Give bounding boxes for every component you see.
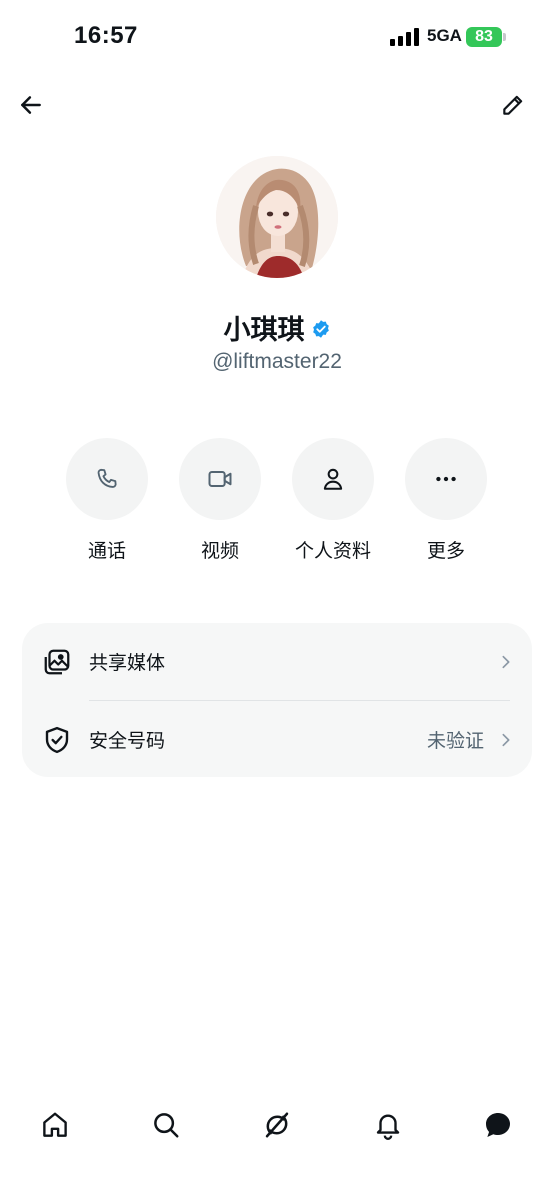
nav-notifications[interactable] — [371, 1108, 405, 1142]
edit-button[interactable] — [496, 88, 530, 122]
battery-tip — [503, 33, 506, 41]
video-icon — [208, 471, 232, 487]
security-code-status: 未验证 — [426, 730, 484, 752]
security-code-row[interactable]: 安全号码 未验证 — [22, 701, 532, 778]
video-action[interactable]: 视频 — [178, 438, 262, 563]
profile-action[interactable]: 个人资料 — [291, 438, 375, 563]
phone-icon — [97, 468, 117, 488]
home-icon — [43, 1112, 67, 1137]
call-label: 通话 — [87, 540, 126, 562]
nav-messages[interactable] — [481, 1108, 515, 1142]
bell-icon — [376, 1114, 400, 1140]
network-type: 5GA — [427, 26, 462, 45]
nav-search[interactable] — [149, 1108, 183, 1142]
profile-name: 小琪琪 — [223, 315, 305, 346]
shared-media-row[interactable]: 共享媒体 — [22, 623, 532, 700]
messages-icon — [486, 1113, 510, 1137]
battery-level: 83 — [475, 28, 493, 45]
profile-handle: @liftmaster22 — [212, 350, 342, 373]
grok-icon — [265, 1112, 289, 1138]
settings-card: 共享媒体 安全号码 未验证 — [22, 623, 532, 777]
call-button[interactable] — [66, 438, 148, 520]
shield-check-icon — [45, 726, 69, 753]
more-icon — [436, 476, 456, 482]
bottom-nav — [0, 1100, 554, 1150]
profile-label: 个人资料 — [294, 540, 371, 562]
more-button[interactable] — [405, 438, 487, 520]
verified-badge-icon — [312, 319, 329, 338]
battery-icon: 83 — [466, 27, 502, 47]
search-icon — [154, 1113, 179, 1138]
pencil-icon — [503, 95, 523, 115]
avatar[interactable] — [216, 156, 338, 278]
security-code-label: 安全号码 — [89, 730, 166, 752]
chevron-right-icon — [502, 655, 510, 668]
shared-media-label: 共享媒体 — [89, 652, 166, 674]
nav-home[interactable] — [38, 1108, 72, 1142]
video-label: 视频 — [200, 540, 239, 562]
image-gallery-icon — [44, 649, 70, 674]
status-time: 16:57 — [74, 22, 138, 49]
more-action[interactable]: 更多 — [404, 438, 488, 563]
more-label: 更多 — [426, 540, 465, 562]
person-icon — [323, 468, 343, 490]
chevron-right-icon — [502, 733, 510, 746]
arrow-left-icon — [21, 96, 41, 114]
profile-button[interactable] — [292, 438, 374, 520]
video-button[interactable] — [179, 438, 261, 520]
profile-name-row: 小琪琪 — [0, 308, 554, 347]
call-action[interactable]: 通话 — [65, 438, 149, 563]
back-button[interactable] — [14, 88, 48, 122]
nav-grok[interactable] — [260, 1108, 294, 1142]
signal-strength-icon — [390, 28, 420, 46]
